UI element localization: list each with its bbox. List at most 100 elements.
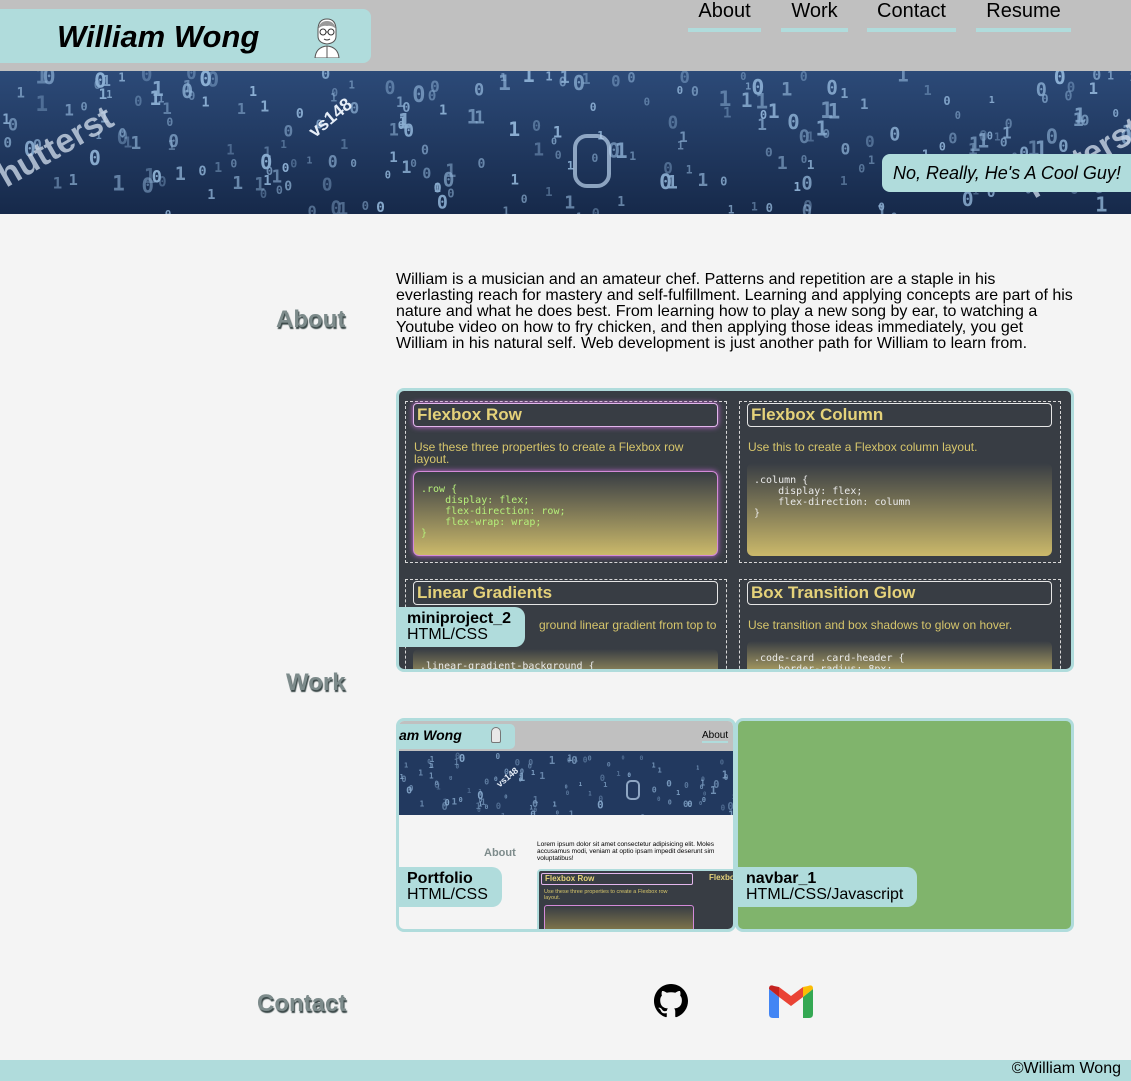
site-header: William Wong About Work Contact Resume (0, 0, 1131, 71)
binary-digit: 0 (683, 800, 688, 810)
binary-digit: 1 (994, 131, 1001, 144)
preview-card-desc: Use transition and box shadows to glow o… (748, 618, 1013, 632)
binary-digit: 1 (696, 766, 699, 772)
project-tech: HTML/CSS (407, 626, 488, 643)
binary-digit: 1 (569, 810, 575, 815)
binary-digit: 1 (677, 139, 684, 153)
binary-digit: 0 (727, 801, 733, 813)
binary-digit: 1 (807, 158, 815, 173)
binary-digit: 1 (658, 765, 662, 774)
preview-code-block: .column { display: flex; flex-direction:… (747, 463, 1052, 556)
binary-digit: 0 (627, 772, 631, 779)
binary-digit: 0 (521, 193, 528, 206)
project-card-miniproject-2[interactable]: Flexbox Row Use these three properties t… (396, 388, 1074, 672)
preview-code-block: .row { display: flex; flex-direction: ro… (413, 471, 718, 556)
preview-card-title: Box Transition Glow (747, 581, 1052, 605)
binary-digit: 1 (745, 82, 751, 93)
project-tech: HTML/CSS/Javascript (746, 886, 904, 903)
binary-digit: 0 (403, 121, 414, 142)
binary-digit: 0 (141, 71, 153, 86)
binary-digit: 0 (668, 113, 679, 133)
binary-digit: 1 (500, 72, 506, 84)
about-text: William is a musician and an amateur che… (396, 271, 1073, 352)
binary-digit: 0 (330, 197, 342, 214)
binary-digit: 0 (600, 774, 605, 784)
binary-digit: 1 (106, 90, 112, 101)
binary-digit: 1 (757, 115, 767, 134)
binary-digit: 1 (523, 71, 535, 87)
brand-block: William Wong (0, 9, 371, 63)
binary-digit: 1 (17, 86, 25, 102)
binary-digit: 0 (284, 180, 292, 195)
binary-digit: 0 (532, 117, 541, 135)
binary-digit: 1 (232, 173, 243, 194)
binary-digit: 1 (553, 800, 557, 808)
binary-digit: 0 (652, 785, 657, 795)
nav-contact[interactable]: Contact (867, 0, 956, 32)
brand-name: William Wong (57, 19, 260, 54)
binary-digit: 0 (3, 136, 12, 152)
binary-digit: 0 (474, 79, 484, 99)
nav-about[interactable]: About (688, 0, 761, 32)
binary-digit: 0 (702, 795, 706, 804)
binary-digit: 0 (385, 170, 391, 182)
binary-digit: 1 (616, 769, 620, 778)
project-title: navbar_1 (746, 870, 817, 887)
project-label: navbar_1 HTML/CSS/Javascript (738, 867, 918, 907)
binary-digit: 0 (1036, 80, 1047, 101)
preview-card-desc: ground linear gradient from top to (539, 618, 717, 632)
project-card-portfolio[interactable]: am Wong About 00000101000100110100010000… (396, 718, 736, 932)
preview-card-title: Flexbox Row (413, 403, 718, 427)
binary-digit: 1 (617, 195, 625, 210)
gmail-icon[interactable] (769, 985, 813, 1018)
binary-digit: 0 (713, 780, 719, 791)
binary-digit: 0 (858, 161, 865, 175)
binary-digit: 1 (237, 100, 246, 118)
binary-digit: 0 (376, 199, 385, 214)
binary-digit: 0 (766, 201, 773, 214)
binary-digit: 1 (564, 193, 575, 214)
github-icon[interactable] (654, 984, 688, 1018)
binary-code-background: 0000010100010011010001000001110111111000… (0, 71, 1131, 214)
binary-digit: 0 (565, 784, 568, 790)
binary-digit: 0 (943, 94, 950, 108)
binary-digit: 0 (640, 754, 644, 762)
binary-digit: 0 (668, 798, 672, 806)
binary-digit: 1 (439, 103, 447, 119)
binary-digit: 1 (560, 71, 570, 87)
binary-digit: 0 (566, 791, 570, 797)
binary-digit: 1 (214, 161, 222, 176)
nav-resume[interactable]: Resume (976, 0, 1071, 32)
hero-banner: 0000010100010011010001000001110111111000… (0, 71, 1131, 214)
binary-digit: 1 (474, 108, 485, 129)
binary-digit: 0 (583, 755, 588, 764)
binary-digit: 0 (308, 202, 317, 214)
binary-digit: 0 (158, 175, 167, 191)
project-card-navbar-1[interactable]: navbar_1 HTML/CSS/Javascript (735, 718, 1074, 932)
preview-banner: 0000010100010011010001000001110111111000… (399, 751, 733, 815)
binary-digit: 1 (396, 95, 404, 111)
binary-digit: 0 (434, 182, 442, 197)
binary-digit: 0 (1054, 71, 1066, 89)
binary-digit: 0 (597, 798, 604, 811)
binary-digit: 1 (924, 83, 932, 99)
binary-digit: 0 (721, 803, 726, 812)
binary-digit: 1 (588, 791, 592, 797)
binary-digit: 1 (420, 800, 425, 809)
nav-work[interactable]: Work (781, 0, 848, 32)
binary-digit: 0 (891, 210, 898, 214)
preview-mini-desc: Use these three properties to create a F… (544, 889, 668, 901)
site-footer: ©William Wong (0, 1060, 1131, 1081)
binary-digit: 0 (720, 174, 727, 188)
binary-digit: 1 (697, 170, 708, 191)
binary-digit: 1 (53, 174, 63, 193)
binary-digit: 1 (567, 159, 574, 173)
project-tech: HTML/CSS (407, 886, 488, 903)
binary-digit: 1 (306, 156, 312, 167)
binary-digit: 1 (718, 87, 731, 112)
binary-digit: 1 (549, 754, 556, 767)
binary-digit: 0 (803, 196, 813, 214)
binary-digit: 0 (434, 780, 440, 791)
binary-digit: 1 (722, 769, 728, 781)
binary-digit: 0 (607, 761, 611, 769)
